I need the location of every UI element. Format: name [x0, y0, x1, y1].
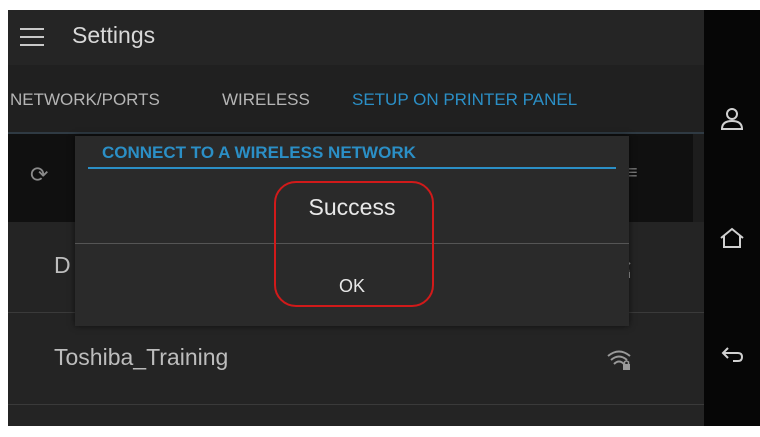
network-row[interactable]: Toshiba_Training [8, 314, 704, 405]
dialog-title-underline [88, 167, 616, 169]
home-icon[interactable] [718, 224, 746, 252]
wifi-secured-icon [607, 350, 631, 370]
back-icon[interactable] [718, 340, 746, 368]
page-title: Settings [72, 22, 156, 48]
tab-setup-on-printer-panel[interactable]: SETUP ON PRINTER PANEL [352, 90, 577, 110]
user-icon[interactable] [718, 105, 746, 133]
tab-bar: NETWORK/PORTS WIRELESS SETUP ON PRINTER … [8, 65, 704, 133]
network-name: Toshiba_Training [54, 344, 229, 370]
dialog-title: CONNECT TO A WIRELESS NETWORK [102, 143, 416, 162]
system-nav-bar [704, 10, 760, 426]
highlight-annotation [274, 181, 434, 307]
app-frame: Settings NETWORK/PORTS WIRELESS SETUP ON… [0, 0, 760, 437]
network-name: D [54, 252, 71, 278]
tab-wireless[interactable]: WIRELESS [222, 90, 310, 110]
tab-network-ports[interactable]: NETWORK/PORTS [10, 90, 160, 110]
hamburger-menu-icon[interactable] [20, 28, 44, 46]
refresh-icon[interactable]: ⟳ [30, 162, 48, 188]
top-bar: Settings [8, 10, 704, 65]
